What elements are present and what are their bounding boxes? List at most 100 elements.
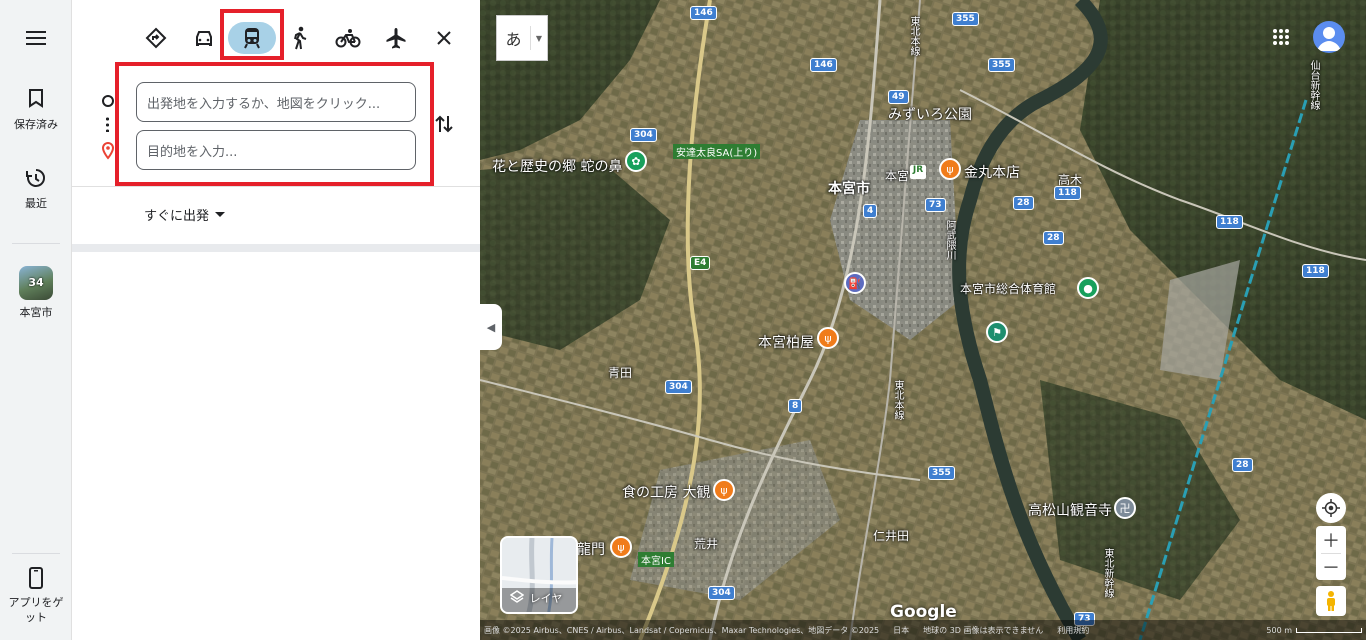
directions-diamond-icon <box>145 27 167 49</box>
recent-button[interactable]: 最近 <box>0 167 72 211</box>
depart-label: すぐに出発 <box>144 209 210 224</box>
user-icon <box>1317 27 1341 51</box>
label-arai: 荒井 <box>694 537 719 551</box>
station-icon[interactable]: JR <box>910 165 926 179</box>
mode-flights[interactable] <box>376 20 416 56</box>
label-sa: 安達太良SA(上り) <box>673 144 761 159</box>
section-separator <box>72 244 480 252</box>
phone-icon <box>29 567 43 589</box>
apps-grid-icon[interactable] <box>1272 28 1290 46</box>
scale-line <box>1296 627 1362 633</box>
chevron-down-icon <box>215 211 226 217</box>
directions-panel: 出発地を入力するか、地図をクリック... 目的地を入力... すぐに出発 <box>72 0 480 640</box>
route-shield: 355 <box>952 12 979 26</box>
my-location-button[interactable] <box>1316 493 1346 523</box>
route-shield: 28 <box>1013 196 1034 210</box>
zoom-control: ＋ － <box>1316 526 1346 580</box>
route-shield: 4 <box>863 204 878 218</box>
route-shield: 28 <box>1232 458 1253 472</box>
layers-button[interactable]: レイヤ <box>500 536 578 614</box>
label-shokunokobo: 食の工房 大観 <box>622 485 711 501</box>
chevron-left-icon: ◀ <box>486 320 496 334</box>
pegman-icon <box>1327 591 1335 611</box>
destination-pin-icon <box>102 142 114 160</box>
terms-link[interactable]: 利用規約 <box>1057 625 1089 636</box>
input-method-selector[interactable]: あ ▼ <box>496 15 548 61</box>
account-avatar[interactable] <box>1313 21 1345 53</box>
saved-button[interactable]: 保存済み <box>0 88 72 132</box>
get-app-button[interactable]: アプリをゲット <box>0 567 72 625</box>
restaurant-poi-icon[interactable]: ψ <box>610 536 632 558</box>
get-app-label: アプリをゲット <box>8 596 64 624</box>
label-sendai: 仙台新幹線 <box>1308 60 1319 110</box>
golf-poi-icon[interactable]: ⚑ <box>986 321 1008 343</box>
label-kannon: 高松山観音寺 <box>1028 503 1112 519</box>
route-shield: 118 <box>1054 186 1081 200</box>
route-dots-icon <box>106 116 109 132</box>
label-gym: 本宮市総合体育館 <box>960 282 1057 296</box>
close-directions-button[interactable] <box>424 20 464 56</box>
menu-button[interactable] <box>0 30 72 46</box>
route-shield: 304 <box>665 380 692 394</box>
layers-label: レイヤ <box>529 592 563 605</box>
ime-label: あ <box>497 26 531 50</box>
mode-cycling[interactable] <box>328 20 368 56</box>
label-station: 本宮 <box>885 169 910 183</box>
zoom-out-button[interactable]: － <box>1322 554 1340 580</box>
car-icon <box>196 31 212 46</box>
scale-bar[interactable]: 500 m <box>1266 626 1362 635</box>
route-shield: 118 <box>1302 264 1329 278</box>
recent-label: 最近 <box>25 197 47 210</box>
route-shield: 118 <box>1216 215 1243 229</box>
ime-dropdown-icon: ▼ <box>535 33 543 43</box>
fuel-poi-icon[interactable]: ⛽ <box>844 272 866 294</box>
rail-divider <box>12 243 60 244</box>
place-thumbnail: 34 <box>19 266 53 300</box>
route-shield: 28 <box>1043 231 1064 245</box>
notice-3d: 地球の 3D 画像は表示できません <box>923 625 1044 635</box>
collapse-panel-button[interactable]: ◀ <box>480 304 502 350</box>
attribution-text: 画像 ©2025 Airbus、CNES / Airbus、Landsat / … <box>484 625 880 635</box>
restaurant-poi-icon[interactable]: ψ <box>817 327 839 349</box>
mode-driving[interactable] <box>184 20 224 56</box>
route-shield: 355 <box>988 58 1015 72</box>
google-logo: Google <box>890 602 957 622</box>
route-shield: 49 <box>888 90 909 104</box>
temple-poi-icon[interactable]: 卍 <box>1114 497 1136 519</box>
panel-divider <box>72 186 480 187</box>
zoom-in-button[interactable]: ＋ <box>1322 527 1340 553</box>
swap-icon[interactable] <box>434 113 454 135</box>
inputs-highlight-box <box>115 62 434 186</box>
origin-circle-icon <box>102 95 114 107</box>
scale-label: 500 m <box>1266 625 1292 635</box>
airplane-icon <box>386 28 406 49</box>
label-city: 本宮市 <box>828 181 870 197</box>
saved-label: 保存済み <box>14 118 58 131</box>
label-kashiwaya: 本宮柏屋 <box>758 335 814 351</box>
satellite-map[interactable]: みずいろ公園 花と歴史の郷 蛇の鼻 安達太良SA(上り) 本宮市 本宮 金丸本店… <box>480 0 1366 640</box>
label-aota: 青田 <box>608 366 633 380</box>
route-shield: 146 <box>810 58 837 72</box>
bookmark-icon <box>29 89 43 108</box>
route-shield: 304 <box>630 128 657 142</box>
region-text: 日本 <box>893 625 910 635</box>
museum-poi-icon[interactable]: ✿ <box>625 150 647 172</box>
place-label: 本宮市 <box>19 306 53 319</box>
restaurant-poi-icon[interactable]: ψ <box>939 158 961 180</box>
label-ryumon: 龍門 <box>577 542 605 558</box>
mode-best-route[interactable] <box>136 20 176 56</box>
bicycle-icon <box>335 29 361 48</box>
label-kanemaru: 金丸本店 <box>964 165 1020 181</box>
maps-app: 保存済み 最近 34 本宮市 アプリをゲット 出発地を入力するか、地図をクリック… <box>0 0 1366 640</box>
street-view-pegman[interactable] <box>1316 586 1346 616</box>
depart-time-dropdown[interactable]: すぐに出発 <box>144 205 226 224</box>
attribution-bar: 画像 ©2025 Airbus、CNES / Airbus、Landsat / … <box>480 620 1366 640</box>
crosshair-icon <box>1322 499 1340 517</box>
gym-poi-icon[interactable]: ● <box>1077 277 1099 299</box>
left-rail: 保存済み 最近 34 本宮市 アプリをゲット <box>0 0 72 640</box>
hamburger-menu-icon <box>26 31 46 45</box>
recent-place-motomiya[interactable]: 34 本宮市 <box>0 266 72 320</box>
label-park: みずいろ公園 <box>888 107 972 123</box>
mode-walking[interactable] <box>280 20 320 56</box>
restaurant-poi-icon[interactable]: ψ <box>713 479 735 501</box>
